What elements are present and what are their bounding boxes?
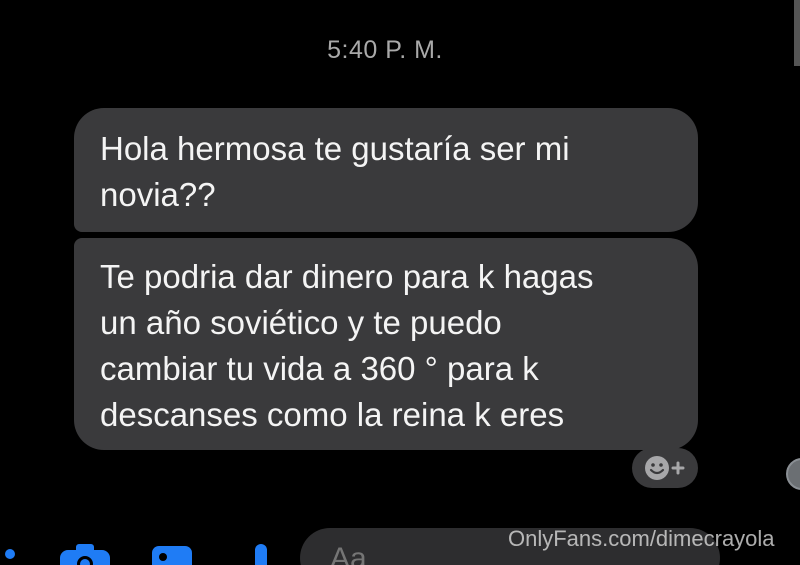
received-message-bubble[interactable]: Te podria dar dinero para k hagas un año… [74,238,698,450]
avatar[interactable] [786,458,800,490]
message-timestamp: 5:40 P. M. [327,36,443,64]
add-reaction-button[interactable] [632,448,698,488]
window-edge [794,0,800,66]
message-text-line: cambiar tu vida a 360 ° para k [100,350,539,387]
smiley-add-icon [645,456,685,480]
message-text-line: novia?? [100,176,216,213]
gallery-icon[interactable] [150,544,194,565]
menu-dots-icon[interactable] [4,542,16,562]
message-text-line: Hola hermosa te gustaría ser mi [100,130,570,167]
message-text-line: Te podria dar dinero para k hagas [100,258,594,295]
microphone-icon[interactable] [246,542,276,565]
message-text-line: descanses como la reina k eres [100,396,565,433]
watermark: OnlyFans.com/dimecrayola [508,526,775,551]
received-message-bubble[interactable]: Hola hermosa te gustaría ser mi novia?? [74,108,698,232]
camera-icon[interactable] [58,542,112,565]
message-text-line: un año soviético y te puedo [100,304,502,341]
message-input[interactable] [330,542,530,565]
